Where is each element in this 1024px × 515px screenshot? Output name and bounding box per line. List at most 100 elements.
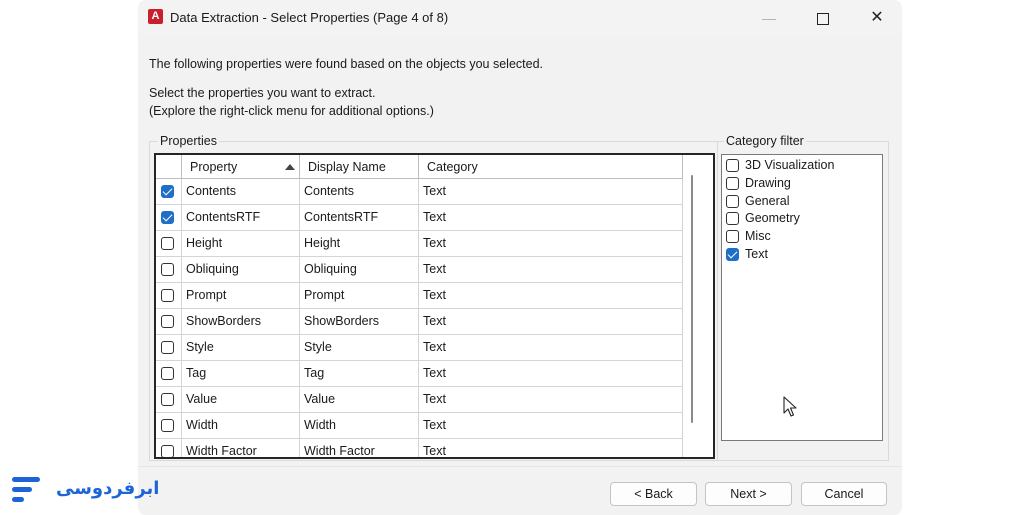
category-checkbox[interactable] bbox=[726, 194, 739, 208]
cell-display-name: Contents bbox=[300, 179, 419, 205]
watermark-logo: ابرفردوسی bbox=[12, 473, 159, 505]
table-row[interactable]: Obliquing Obliquing Text bbox=[156, 257, 683, 283]
category-label: Geometry bbox=[745, 211, 800, 226]
cell-category: Text bbox=[419, 361, 683, 387]
table-row[interactable]: ShowBorders ShowBorders Text bbox=[156, 309, 683, 335]
instruction-found: The following properties were found base… bbox=[149, 57, 543, 71]
watermark-text: ابرفردوسی bbox=[56, 478, 160, 499]
cell-category: Text bbox=[419, 413, 683, 439]
row-checkbox[interactable] bbox=[161, 185, 174, 198]
display-name-column-header[interactable]: Display Name bbox=[300, 155, 419, 179]
cell-display-name: Obliquing bbox=[300, 257, 419, 283]
table-row[interactable]: Value Value Text bbox=[156, 387, 683, 413]
cell-property: Tag bbox=[182, 361, 300, 387]
cell-property: Width bbox=[182, 413, 300, 439]
row-checkbox[interactable] bbox=[161, 289, 174, 302]
cell-category: Text bbox=[419, 309, 683, 335]
cell-property: Height bbox=[182, 231, 300, 257]
table-row[interactable]: Height Height Text bbox=[156, 231, 683, 257]
category-label: Drawing bbox=[745, 175, 791, 190]
mouse-pointer-icon bbox=[783, 396, 797, 417]
row-checkbox[interactable] bbox=[161, 315, 174, 328]
category-column-header[interactable]: Category bbox=[419, 155, 683, 179]
instruction-select: Select the properties you want to extrac… bbox=[149, 86, 376, 100]
row-checkbox-cell bbox=[156, 231, 182, 257]
table-row[interactable]: ContentsRTF ContentsRTF Text bbox=[156, 205, 683, 231]
data-extraction-dialog: A Data Extraction - Select Properties (P… bbox=[138, 0, 902, 515]
category-checkbox[interactable] bbox=[726, 230, 739, 244]
cell-property: Prompt bbox=[182, 283, 300, 309]
back-button[interactable]: < Back bbox=[610, 482, 697, 506]
title-bar[interactable]: A Data Extraction - Select Properties (P… bbox=[138, 0, 902, 36]
category-label: 3D Visualization bbox=[745, 158, 835, 172]
category-checkbox[interactable] bbox=[726, 159, 739, 172]
table-row[interactable]: Tag Tag Text bbox=[156, 361, 683, 387]
table-row[interactable]: Width Width Text bbox=[156, 413, 683, 439]
cell-display-name: Style bbox=[300, 335, 419, 361]
row-checkbox[interactable] bbox=[161, 367, 174, 380]
maximize-button[interactable] bbox=[800, 0, 846, 36]
cell-property: Style bbox=[182, 335, 300, 361]
property-column-header[interactable]: Property bbox=[182, 155, 300, 179]
row-checkbox-cell bbox=[156, 335, 182, 361]
cell-category: Text bbox=[419, 231, 683, 257]
category-filter-list[interactable]: 3D Visualization Drawing General Geometry Mi… bbox=[721, 154, 883, 441]
close-button[interactable]: ✕ bbox=[854, 0, 900, 36]
category-checkbox[interactable] bbox=[726, 176, 739, 190]
autocad-app-icon: A bbox=[148, 9, 163, 24]
close-icon: ✕ bbox=[870, 9, 884, 26]
cell-display-name: Width Factor bbox=[300, 439, 419, 457]
category-label: Misc bbox=[745, 229, 771, 244]
table-row[interactable]: Width Factor Width Factor Text bbox=[156, 439, 683, 457]
row-checkbox-cell bbox=[156, 439, 182, 457]
row-checkbox-cell bbox=[156, 309, 182, 335]
row-checkbox[interactable] bbox=[161, 237, 174, 250]
cell-category: Text bbox=[419, 257, 683, 283]
properties-grid[interactable]: Property Display Name Category Contents C… bbox=[154, 153, 715, 459]
cell-property: Contents bbox=[182, 179, 300, 205]
cell-property: Width Factor bbox=[182, 439, 300, 457]
cell-display-name: Height bbox=[300, 231, 419, 257]
row-checkbox[interactable] bbox=[161, 211, 174, 224]
cell-property: Obliquing bbox=[182, 257, 300, 283]
row-checkbox-cell bbox=[156, 179, 182, 205]
window-title: Data Extraction - Select Properties (Pag… bbox=[170, 10, 449, 25]
row-checkbox-cell bbox=[156, 387, 182, 413]
cell-display-name: ShowBorders bbox=[300, 309, 419, 335]
cell-display-name: Value bbox=[300, 387, 419, 413]
row-checkbox[interactable] bbox=[161, 263, 174, 276]
category-label: Text bbox=[745, 247, 768, 261]
cell-category: Text bbox=[419, 387, 683, 413]
table-row[interactable]: Style Style Text bbox=[156, 335, 683, 361]
checkbox-column-header[interactable] bbox=[156, 155, 182, 179]
sort-ascending-icon bbox=[285, 164, 295, 170]
category-label: General bbox=[745, 193, 790, 208]
row-checkbox-cell bbox=[156, 283, 182, 309]
category-checkbox[interactable] bbox=[726, 248, 739, 261]
row-checkbox[interactable] bbox=[161, 445, 174, 457]
category-filter-label: Category filter bbox=[724, 134, 806, 148]
cell-property: ShowBorders bbox=[182, 309, 300, 335]
row-checkbox-cell bbox=[156, 361, 182, 387]
cell-category: Text bbox=[419, 179, 683, 205]
row-checkbox-cell bbox=[156, 413, 182, 439]
cell-property: ContentsRTF bbox=[182, 205, 300, 231]
row-checkbox[interactable] bbox=[161, 419, 174, 432]
properties-group-label: Properties bbox=[158, 134, 219, 148]
logo-mark-icon bbox=[12, 477, 40, 503]
cell-display-name: ContentsRTF bbox=[300, 205, 419, 231]
category-checkbox[interactable] bbox=[726, 212, 739, 226]
row-checkbox-cell bbox=[156, 205, 182, 231]
table-row[interactable]: Prompt Prompt Text bbox=[156, 283, 683, 309]
cancel-button[interactable]: Cancel bbox=[801, 482, 887, 506]
row-checkbox[interactable] bbox=[161, 393, 174, 406]
next-button[interactable]: Next > bbox=[705, 482, 792, 506]
grid-scrollbar[interactable] bbox=[691, 175, 693, 423]
table-row[interactable]: Contents Contents Text bbox=[156, 179, 683, 205]
minimize-button[interactable]: — bbox=[746, 0, 792, 36]
cell-category: Text bbox=[419, 283, 683, 309]
cell-category: Text bbox=[419, 439, 683, 457]
maximize-icon bbox=[817, 12, 829, 25]
row-checkbox[interactable] bbox=[161, 341, 174, 354]
cell-property: Value bbox=[182, 387, 300, 413]
